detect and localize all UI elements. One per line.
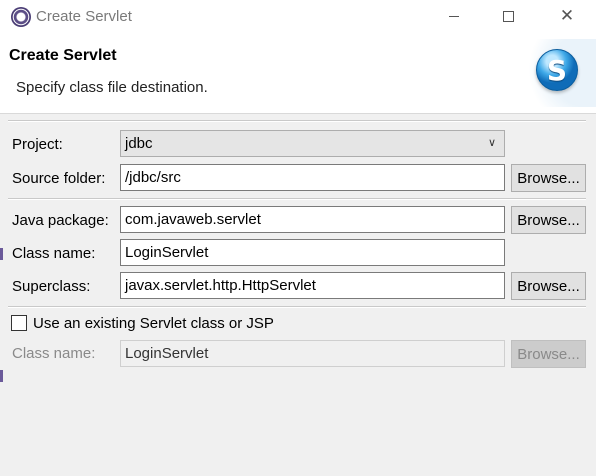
separator [8,198,586,200]
servlet-wizard-logo: S [523,39,596,107]
chevron-down-icon: ∨ [487,137,496,149]
superclass-input[interactable]: javax.servlet.http.HttpServlet [120,272,505,299]
maximize-icon [502,10,514,22]
source-folder-input[interactable]: /jdbc/src [120,164,505,191]
source-folder-label: Source folder: [12,170,106,187]
servlet-logo-icon: S [536,49,578,91]
wizard-banner: Create Servlet Specify class file destin… [0,33,596,114]
existing-class-name-input: LoginServlet [120,340,505,367]
window-title: Create Servlet [36,8,132,25]
superclass-browse-button[interactable]: Browse... [511,272,586,300]
eclipse-icon [11,7,31,27]
java-package-input[interactable]: com.javaweb.servlet [120,206,505,233]
window-edge-mark [0,370,3,382]
wizard-page-description: Specify class file destination. [16,79,208,96]
java-package-browse-button[interactable]: Browse... [511,206,586,234]
use-existing-servlet-checkbox[interactable] [11,315,27,331]
existing-class-browse-button: Browse... [511,340,586,368]
title-bar: Create Servlet ✕ [0,0,596,33]
source-folder-browse-button[interactable]: Browse... [511,164,586,192]
close-button[interactable]: ✕ [553,4,581,28]
minimize-icon [449,16,459,17]
window-edge-mark [0,248,3,260]
class-name-input[interactable]: LoginServlet [120,239,505,266]
separator [8,306,586,308]
minimize-button[interactable] [440,4,468,28]
wizard-page-title: Create Servlet [9,47,117,64]
separator [8,120,586,122]
project-value: jdbc [125,135,153,152]
project-combo[interactable]: jdbc ∨ [120,130,505,157]
java-package-label: Java package: [12,212,109,229]
existing-class-name-label: Class name: [12,345,96,362]
superclass-label: Superclass: [12,278,91,295]
project-label: Project: [12,136,63,153]
maximize-button[interactable] [494,4,522,28]
use-existing-servlet-label[interactable]: Use an existing Servlet class or JSP [33,315,274,332]
close-icon: ✕ [559,6,575,25]
class-name-label: Class name: [12,245,96,262]
